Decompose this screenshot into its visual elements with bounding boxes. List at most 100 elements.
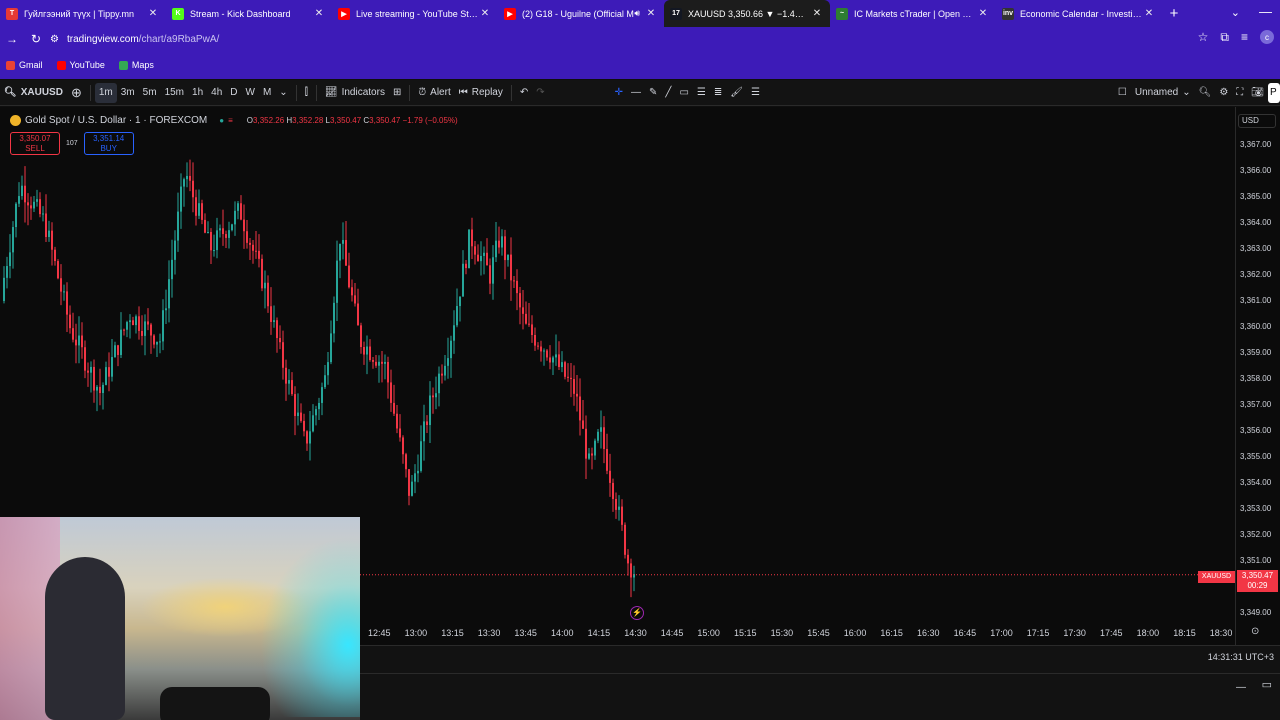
candle-body <box>627 554 629 564</box>
candle-body <box>288 380 290 384</box>
candle-body <box>240 203 242 220</box>
profile-avatar[interactable]: c <box>1260 30 1274 44</box>
browser-tab[interactable]: inv Economic Calendar - Investing ✕ <box>996 0 1162 27</box>
price-tick-label: 3,362.00 <box>1240 270 1272 279</box>
rectangle-tool[interactable]: ▭ <box>675 83 692 103</box>
candle-body <box>585 428 587 459</box>
reading-list-icon[interactable]: ≡ <box>1241 30 1248 45</box>
url-field[interactable]: ⚙ tradingview.com/chart/a9RbaPwA/ <box>50 29 1190 50</box>
pen-tool[interactable]: ✎ <box>645 83 661 103</box>
trend-line-tool[interactable]: ╱ <box>661 83 675 103</box>
speaker-icon[interactable]: 🔊︎ <box>634 8 640 19</box>
bookmark-gmail[interactable]: Gmail <box>6 60 43 70</box>
candle-body <box>372 360 374 362</box>
clock-display[interactable]: 14:31:31 UTC+3 <box>1208 652 1274 662</box>
undo-button[interactable]: ↶ <box>516 83 532 103</box>
candle-body <box>18 196 20 204</box>
interval-D[interactable]: D <box>226 83 241 103</box>
close-tab-icon[interactable]: ✕ <box>312 8 326 19</box>
candle-body <box>411 481 413 496</box>
event-flag-icon[interactable]: ⚡ <box>630 606 644 620</box>
new-tab-button[interactable]: + <box>1162 5 1186 22</box>
interval-M[interactable]: M <box>259 83 275 103</box>
candles-icon: ⫿ <box>304 87 308 98</box>
symbol-search-button[interactable]: 🔍︎ XAUUSD <box>0 83 67 103</box>
fib-tool[interactable]: ☰ <box>693 83 710 103</box>
bookmark-youtube[interactable]: YouTube <box>56 60 105 70</box>
plus-circle-icon: ⊕ <box>70 84 82 100</box>
candle-body <box>348 265 350 288</box>
bookmark-star-icon[interactable]: ☆ <box>1198 30 1209 45</box>
redo-button[interactable]: ↷ <box>532 83 548 103</box>
forward-icon[interactable]: → <box>0 32 24 46</box>
buy-button[interactable]: 3,351.14 BUY <box>83 132 134 155</box>
close-tab-icon[interactable]: ✕ <box>644 8 658 19</box>
site-info-icon[interactable]: ⚙ <box>50 34 59 45</box>
replay-button[interactable]: ⏮︎ Replay <box>455 83 507 103</box>
candle-body <box>99 386 101 394</box>
settings-button[interactable]: ⚙ <box>1215 83 1232 103</box>
alert-button[interactable]: ⏰︎ Alert <box>414 83 454 103</box>
interval-5m[interactable]: 5m <box>139 83 161 103</box>
tab-search-icon[interactable]: ⌄ <box>1231 6 1240 19</box>
horizontal-line-tool[interactable]: — <box>627 83 645 103</box>
time-axis[interactable]: 12:45 13:00 13:15 13:30 13:45 14:00 14:15 14:30… <box>360 622 1235 642</box>
browser-tab[interactable]: K Stream - Kick Dashboard ✕ <box>166 0 332 27</box>
layout-button[interactable]: ☐ Unnamed ⌄ <box>1114 83 1195 103</box>
interval-1h[interactable]: 1h <box>188 83 207 103</box>
currency-selector[interactable]: USD <box>1238 114 1276 128</box>
candle-body <box>141 330 143 336</box>
close-tab-icon[interactable]: ✕ <box>146 8 160 19</box>
chart-type-button[interactable]: ⫿ <box>301 83 312 103</box>
bookmark-maps[interactable]: Maps <box>118 60 154 70</box>
publish-button[interactable]: P <box>1268 82 1280 103</box>
interval-1m[interactable]: 1m <box>94 82 117 103</box>
pattern-tool[interactable]: ≣ <box>710 83 726 103</box>
symbol-price-tag: XAUUSD <box>1198 571 1235 583</box>
axis-settings-icon[interactable]: ⊙ <box>1251 626 1259 637</box>
time-tick-label: 16:30 <box>917 628 940 638</box>
browser-tab[interactable]: ▶ Live streaming - YouTube Studio ✕ <box>332 0 498 27</box>
interval-3m[interactable]: 3m <box>117 83 139 103</box>
interval-W[interactable]: W <box>242 83 259 103</box>
candle-body <box>399 428 401 438</box>
interval-4h[interactable]: 4h <box>207 83 226 103</box>
extensions-icon[interactable]: ⧉ <box>1220 30 1229 45</box>
interval-15m[interactable]: 15m <box>161 83 188 103</box>
close-tab-icon[interactable]: ✕ <box>1142 8 1156 19</box>
candle-body <box>345 240 347 266</box>
candle-body <box>444 365 446 376</box>
crosshair-tool[interactable]: ✛ <box>611 83 627 103</box>
close-tab-icon[interactable]: ✕ <box>976 8 990 19</box>
brush-tool[interactable]: 🖌︎ <box>726 83 747 103</box>
high-value: 3,352.28 <box>292 116 324 125</box>
candle-body <box>534 335 536 346</box>
candle-body <box>570 377 572 380</box>
maximize-panel-icon[interactable]: ▭ <box>1262 678 1272 691</box>
candle-body <box>9 252 11 267</box>
interval-dropdown[interactable]: ⌄ <box>275 83 291 103</box>
compare-symbol-button[interactable]: ⊕ <box>67 83 86 103</box>
bottom-panel: 14:31:31 UTC+3 — ▭ <box>360 645 1280 720</box>
reload-icon[interactable]: ↻ <box>24 32 48 46</box>
browser-tab[interactable]: ▶ (2) G18 - Uguilne (Official M 🔊︎ ✕ <box>498 0 664 27</box>
browser-tab[interactable]: ~ IC Markets cTrader | Open Trad ✕ <box>830 0 996 27</box>
browser-tab[interactable]: 17 XAUUSD 3,350.66 ▼ −1.4% Un ✕ <box>664 0 830 27</box>
symbol-label: XAUUSD <box>20 87 63 98</box>
quick-search-button[interactable]: 🔍︎ <box>1195 83 1216 103</box>
indicators-button[interactable]: 📈︎ Indicators <box>321 83 389 103</box>
sell-button[interactable]: 3,350.07 SELL <box>10 132 60 155</box>
bookmark-favicon-icon <box>6 60 15 70</box>
camera-icon: 📷︎ <box>1251 87 1264 98</box>
templates-button[interactable]: ⊞ <box>389 83 405 103</box>
close-tab-icon[interactable]: ✕ <box>810 8 824 19</box>
snapshot-button[interactable]: 📷︎ <box>1247 83 1268 103</box>
fullscreen-button[interactable]: ⛶ <box>1232 83 1247 103</box>
candle-body <box>381 361 383 364</box>
close-tab-icon[interactable]: ✕ <box>478 8 492 19</box>
browser-tab[interactable]: T Гуйлгээний түүх | Tippy.mn ✕ <box>0 0 166 27</box>
tab-favicon-icon: inv <box>1002 7 1014 20</box>
minimize-icon[interactable]: — <box>1259 4 1272 19</box>
more-tools-button[interactable]: ☰ <box>747 83 764 103</box>
minimize-panel-icon[interactable]: — <box>1236 682 1246 693</box>
